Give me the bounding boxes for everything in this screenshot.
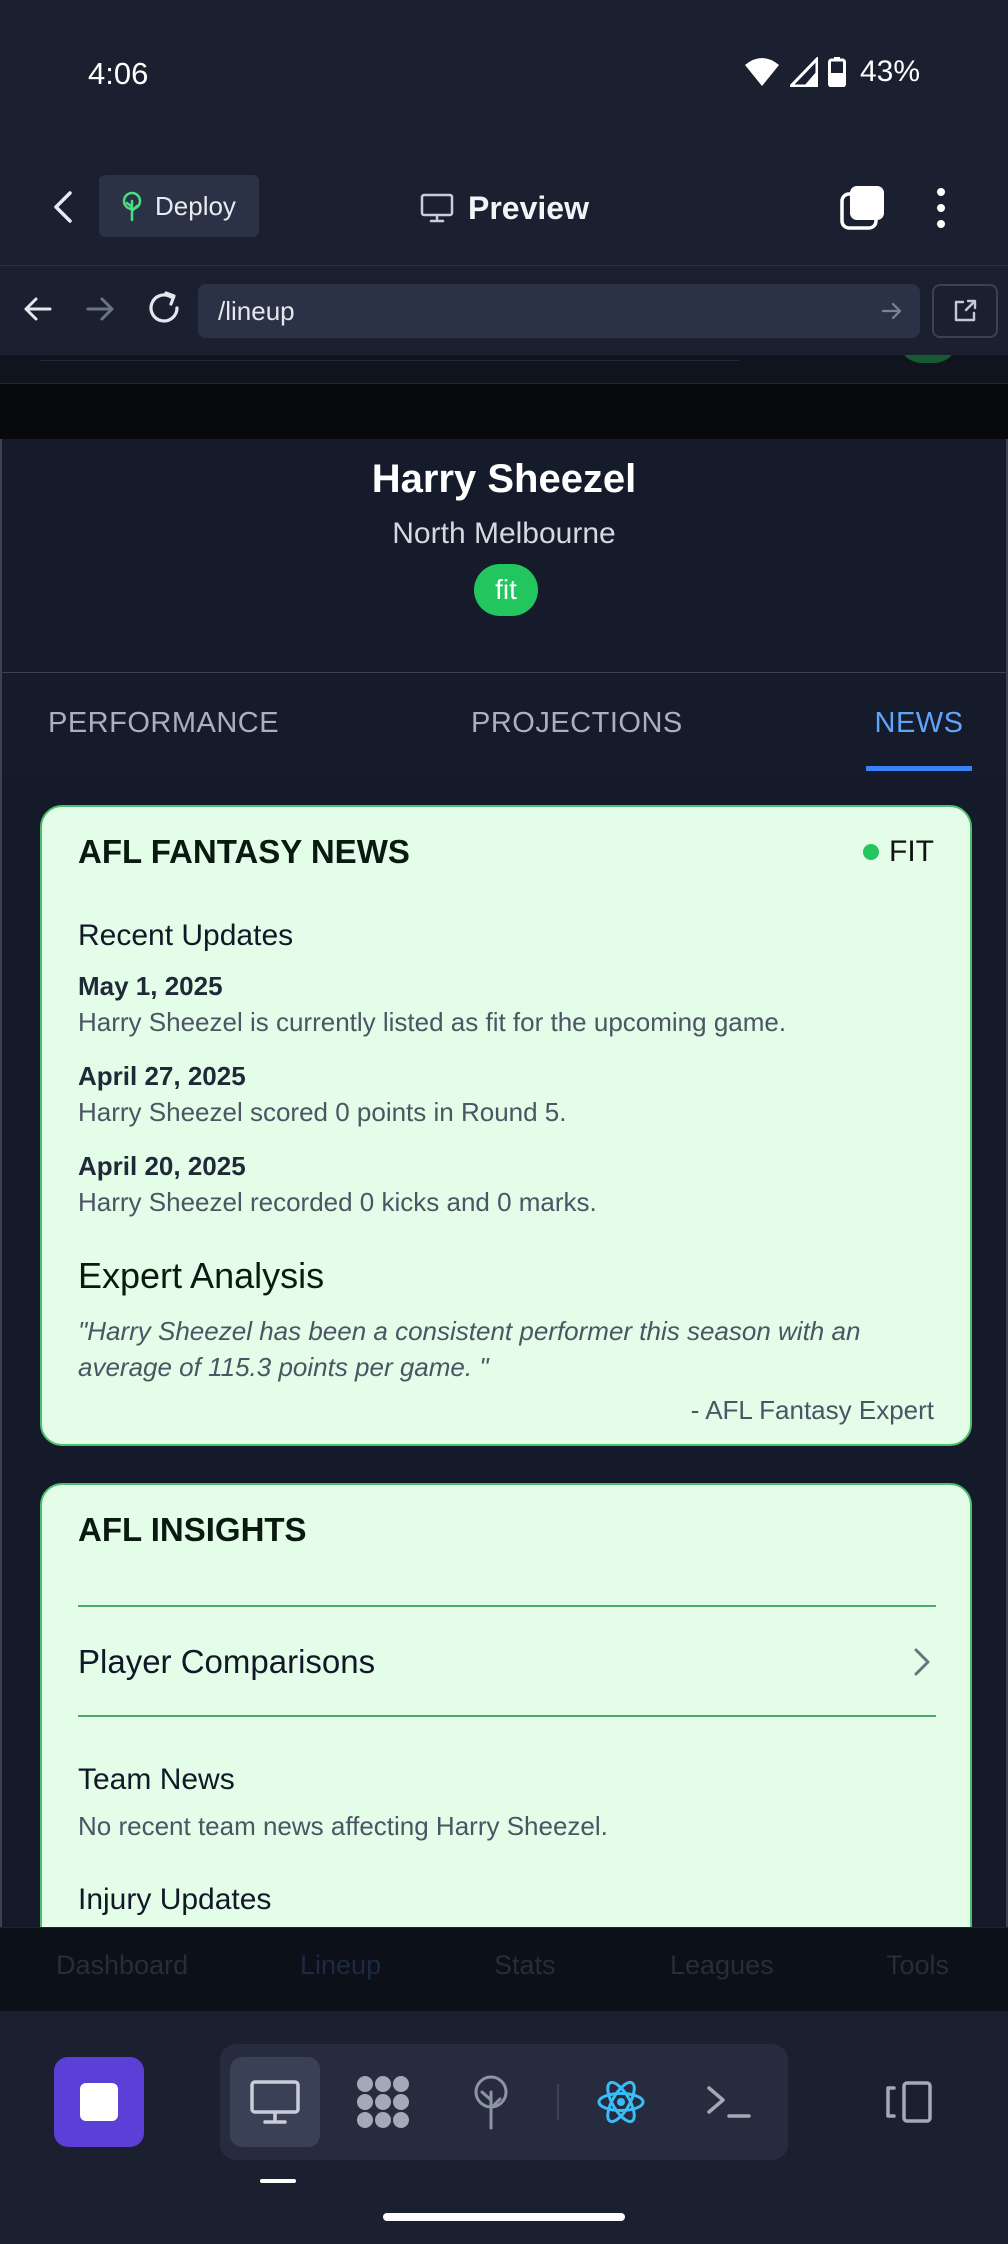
preview-title: Preview [420, 183, 589, 233]
go-arrow-icon[interactable] [880, 299, 904, 323]
reload-icon [149, 291, 179, 323]
tabs-icon [840, 186, 884, 230]
stop-button[interactable] [54, 2057, 144, 2147]
cellular-icon [789, 57, 818, 87]
url-input[interactable]: /lineup [198, 284, 920, 338]
team-news-heading: Team News [78, 1763, 235, 1796]
open-external-button[interactable] [932, 284, 998, 338]
status-dot-icon [863, 844, 879, 860]
terminal-tool-button[interactable] [684, 2057, 774, 2147]
nav-tools[interactable]: Tools [886, 1950, 949, 1981]
preview-bottom-nav: Dashboard Lineup Stats Leagues Tools [0, 1927, 1008, 2011]
workspace-tool-button[interactable] [338, 2057, 428, 2147]
fit-status-indicator: FIT [863, 835, 934, 869]
preview-tool-button[interactable] [230, 2057, 320, 2147]
news-tab-content: AFL FANTASY NEWS FIT Recent Updates May … [0, 773, 1008, 1927]
terminal-icon [707, 2086, 751, 2118]
chevron-left-icon [54, 191, 72, 223]
update-text: Harry Sheezel is currently listed as fit… [78, 1007, 787, 1037]
chevron-right-icon [914, 1648, 930, 1676]
react-tool-button[interactable] [576, 2057, 666, 2147]
update-date: April 27, 2025 [78, 1061, 246, 1091]
fantasy-news-card: AFL FANTASY NEWS FIT Recent Updates May … [40, 805, 972, 1446]
tool-separator [557, 2084, 559, 2120]
tab-projections[interactable]: PROJECTIONS [471, 673, 683, 773]
external-link-icon [954, 299, 977, 322]
scrolled-content-remnant [0, 355, 1008, 439]
status-bar: 4:06 43% [0, 0, 1008, 150]
deploy-button[interactable]: Deploy [99, 175, 259, 237]
news-card-title: AFL FANTASY NEWS [78, 833, 410, 870]
preview-label: Preview [468, 189, 589, 226]
status-time: 4:06 [88, 56, 149, 91]
back-button[interactable] [44, 185, 84, 229]
tab-news[interactable]: NEWS [866, 673, 972, 773]
expert-analysis-heading: Expert Analysis [78, 1255, 325, 1296]
player-name: Harry Sheezel [371, 457, 637, 501]
split-view-icon [886, 2081, 932, 2123]
battery-icon [827, 57, 846, 87]
nav-leagues[interactable]: Leagues [670, 1950, 774, 1981]
tool-dock: Dashboard Lineup Stats Leagues Tools [0, 1927, 1008, 2244]
update-date: April 20, 2025 [78, 1151, 246, 1181]
player-status-badge: fit [474, 564, 538, 616]
more-menu-button[interactable] [926, 184, 956, 232]
arrow-right-icon [86, 297, 114, 321]
browser-back-button[interactable] [20, 291, 56, 327]
nav-stats[interactable]: Stats [494, 1950, 556, 1981]
arrow-left-icon [24, 297, 52, 321]
expert-quote: "Harry Sheezel has been a consistent per… [78, 1316, 861, 1382]
player-tabs: PERFORMANCE PROJECTIONS NEWS [0, 673, 1008, 773]
nav-lineup[interactable]: Lineup [300, 1950, 381, 1981]
insights-card: AFL INSIGHTS Player Comparisons Team New… [40, 1483, 972, 1927]
split-view-button[interactable] [868, 2057, 948, 2147]
team-news-text: No recent team news affecting Harry Shee… [78, 1811, 608, 1841]
home-indicator[interactable] [383, 2213, 625, 2221]
app-bar: Deploy Preview [0, 150, 1008, 265]
expert-author: - AFL Fantasy Expert [690, 1395, 934, 1425]
wifi-icon [744, 58, 779, 86]
tool-group [220, 2044, 788, 2160]
insights-card-title: AFL INSIGHTS [78, 1511, 307, 1548]
active-tool-indicator [260, 2179, 296, 2183]
more-vertical-icon [937, 188, 945, 228]
monitor-icon [420, 193, 454, 223]
browser-toolbar: /lineup [0, 265, 1008, 355]
update-text: Harry Sheezel scored 0 points in Round 5… [78, 1097, 567, 1127]
recent-updates-heading: Recent Updates [78, 919, 294, 952]
antenna-icon [474, 2075, 508, 2130]
injury-updates-heading: Injury Updates [78, 1883, 272, 1916]
fit-status-label: FIT [889, 835, 934, 868]
player-header: Harry Sheezel North Melbourne fit [0, 439, 1008, 673]
stop-icon [80, 2083, 118, 2121]
update-text: Harry Sheezel recorded 0 kicks and 0 mar… [78, 1187, 597, 1217]
nav-dashboard[interactable]: Dashboard [56, 1950, 188, 1981]
tab-performance[interactable]: PERFORMANCE [48, 673, 279, 773]
player-team: North Melbourne [392, 517, 616, 550]
player-comparisons-label: Player Comparisons [78, 1643, 376, 1680]
web-preview: Harry Sheezel North Melbourne fit PERFOR… [0, 355, 1008, 1927]
update-date: May 1, 2025 [78, 971, 223, 1001]
url-text: /lineup [218, 295, 295, 326]
tree-icon [122, 191, 142, 221]
player-comparisons-row[interactable]: Player Comparisons [78, 1607, 936, 1717]
react-icon [597, 2080, 645, 2124]
reload-button[interactable] [144, 288, 184, 328]
divider [78, 1715, 936, 1717]
grid-icon [357, 2076, 409, 2128]
browser-forward-button[interactable] [82, 291, 118, 327]
monitor-icon [250, 2080, 300, 2124]
battery-percent: 43% [859, 55, 920, 88]
status-icons: 43% [744, 52, 920, 92]
deploy-label: Deploy [155, 190, 236, 221]
tabs-button[interactable] [838, 184, 886, 232]
deploy-tool-button[interactable] [446, 2057, 536, 2147]
